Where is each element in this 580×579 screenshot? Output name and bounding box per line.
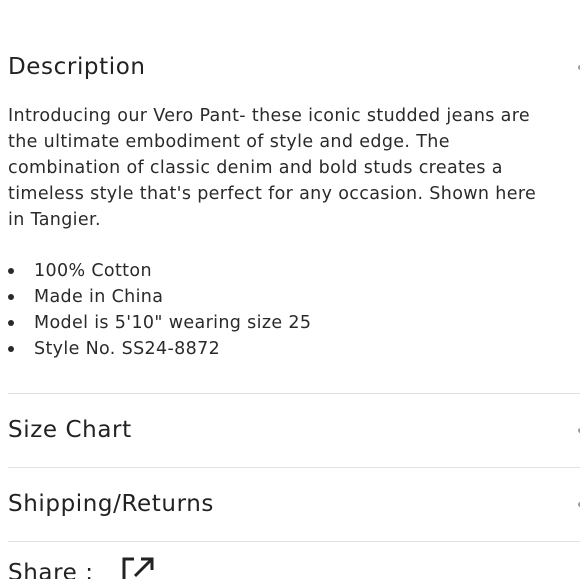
share-external-icon[interactable] bbox=[121, 555, 155, 579]
list-item: Made in China bbox=[8, 284, 556, 310]
size-chart-title: Size Chart bbox=[8, 417, 132, 443]
bullet-icon bbox=[8, 294, 14, 300]
shipping-returns-title: Shipping/Returns bbox=[8, 491, 214, 517]
list-item: Style No. SS24-8872 bbox=[8, 336, 556, 362]
detail-text: 100% Cotton bbox=[34, 261, 152, 281]
bullet-icon bbox=[8, 268, 14, 274]
shipping-returns-accordion-header[interactable]: Shipping/Returns bbox=[8, 484, 580, 524]
description-paragraph: Introducing our Vero Pant- these iconic … bbox=[8, 106, 537, 230]
detail-text: Made in China bbox=[34, 287, 164, 307]
list-item: 100% Cotton bbox=[8, 258, 556, 284]
bullet-icon bbox=[8, 320, 14, 326]
description-title: Description bbox=[8, 54, 146, 80]
section-divider bbox=[8, 541, 580, 542]
share-row: Share : bbox=[8, 553, 154, 579]
description-content: Introducing our Vero Pant- these iconic … bbox=[8, 103, 556, 362]
share-label: Share : bbox=[8, 560, 94, 579]
product-details-panel: Description Introducing our Vero Pant- t… bbox=[0, 0, 580, 579]
list-item: Model is 5'10" wearing size 25 bbox=[8, 310, 556, 336]
product-details-list: 100% Cotton Made in China Model is 5'10"… bbox=[8, 258, 556, 362]
bullet-icon bbox=[8, 346, 14, 352]
section-divider bbox=[8, 467, 580, 468]
size-chart-accordion-header[interactable]: Size Chart bbox=[8, 410, 580, 450]
detail-text: Model is 5'10" wearing size 25 bbox=[34, 313, 312, 333]
description-accordion-header[interactable]: Description bbox=[8, 47, 580, 87]
section-divider bbox=[8, 393, 580, 394]
detail-text: Style No. SS24-8872 bbox=[34, 339, 221, 359]
